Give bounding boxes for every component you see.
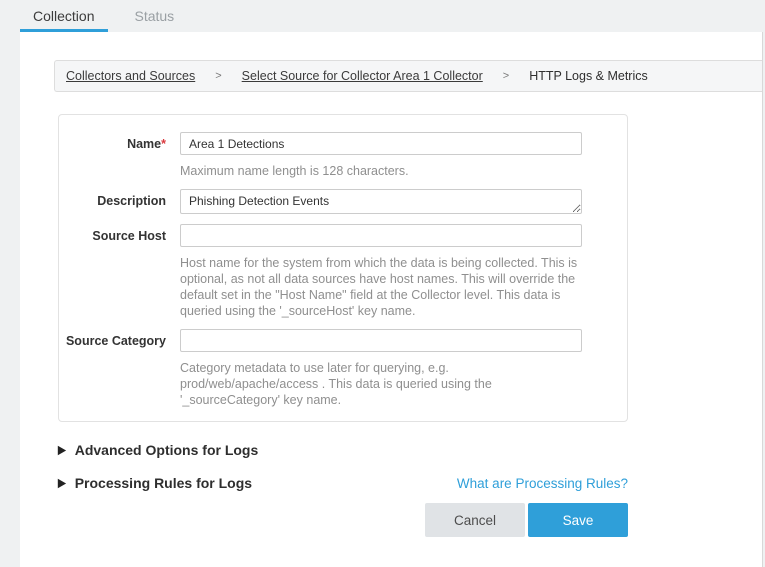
breadcrumb: Collectors and Sources > Select Source f… <box>54 60 762 92</box>
breadcrumb-current-page: HTTP Logs & Metrics <box>529 69 648 83</box>
breadcrumb-collectors-and-sources[interactable]: Collectors and Sources <box>66 69 195 83</box>
name-label: Name* <box>59 132 166 179</box>
source-category-helper-text: Category metadata to use later for query… <box>180 360 582 408</box>
processing-rules-label: Processing Rules for Logs <box>75 475 252 491</box>
source-host-helper-text: Host name for the system from which the … <box>180 255 582 319</box>
processing-rules-row: ▶ Processing Rules for Logs What are Pro… <box>58 475 628 491</box>
breadcrumb-separator: > <box>503 70 509 82</box>
processing-rules-toggle[interactable]: ▶ Processing Rules for Logs <box>58 475 252 491</box>
source-config-form: Name* Maximum name length is 128 charact… <box>58 114 628 422</box>
what-are-processing-rules-link[interactable]: What are Processing Rules? <box>457 476 628 491</box>
tab-status[interactable]: Status <box>134 8 174 24</box>
breadcrumb-select-source[interactable]: Select Source for Collector Area 1 Colle… <box>242 69 483 83</box>
name-helper-text: Maximum name length is 128 characters. <box>180 163 582 179</box>
source-category-label: Source Category <box>59 329 166 408</box>
description-label: Description <box>59 189 166 214</box>
source-host-row: Source Host Host name for the system fro… <box>59 224 627 319</box>
cancel-button[interactable]: Cancel <box>425 503 525 537</box>
advanced-options-label: Advanced Options for Logs <box>75 442 259 458</box>
name-label-text: Name <box>127 137 161 151</box>
source-category-input[interactable] <box>180 329 582 352</box>
name-input[interactable] <box>180 132 582 155</box>
collapsed-caret-icon: ▶ <box>58 477 66 490</box>
tab-collection[interactable]: Collection <box>33 8 94 24</box>
required-indicator: * <box>161 137 166 151</box>
collapsed-caret-icon: ▶ <box>58 444 66 457</box>
source-category-row: Source Category Category metadata to use… <box>59 329 627 408</box>
form-actions: Cancel Save <box>58 503 628 537</box>
source-host-input[interactable] <box>180 224 582 247</box>
content-panel: Collectors and Sources > Select Source f… <box>20 32 763 567</box>
breadcrumb-separator: > <box>215 70 221 82</box>
description-row: Description Phishing Detection Events <box>59 189 627 214</box>
name-row: Name* Maximum name length is 128 charact… <box>59 132 627 179</box>
advanced-options-toggle[interactable]: ▶ Advanced Options for Logs <box>58 442 628 458</box>
tab-bar: Collection Status <box>0 0 765 32</box>
source-host-label: Source Host <box>59 224 166 319</box>
save-button[interactable]: Save <box>528 503 628 537</box>
description-input[interactable]: Phishing Detection Events <box>180 189 582 214</box>
